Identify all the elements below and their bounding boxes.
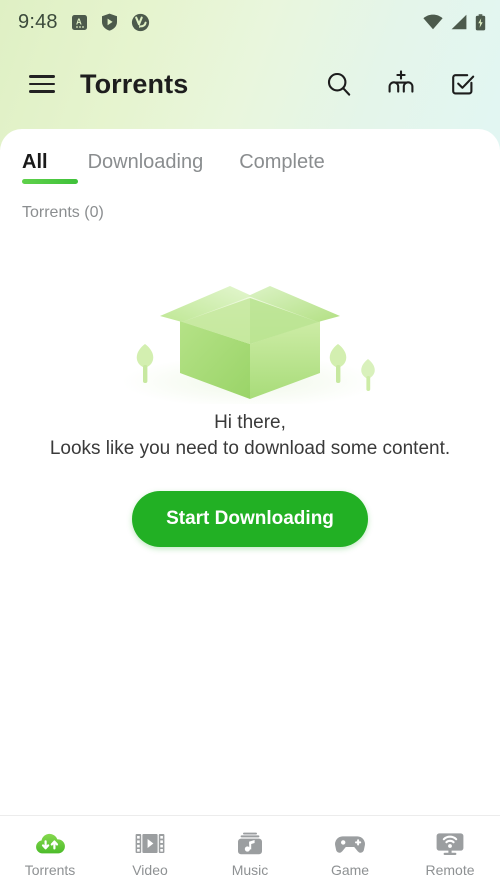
status-bar-left: 9:48 A — [18, 11, 150, 34]
cloud-transfer-icon — [36, 833, 65, 853]
nav-item-remote[interactable]: Remote — [400, 827, 500, 878]
status-bar-clock: 9:48 — [18, 10, 58, 33]
app-notification-icon: A — [71, 14, 87, 30]
tab-downloading[interactable]: Downloading — [70, 151, 222, 188]
shield-play-icon — [101, 13, 117, 31]
nav-item-video[interactable]: Video — [100, 827, 200, 878]
nav-item-torrents[interactable]: Torrents — [0, 827, 100, 878]
nav-label-remote: Remote — [425, 861, 475, 878]
hamburger-menu-button[interactable] — [20, 62, 64, 106]
content-sheet: All Downloading Complete Torrents (0) Hi… — [0, 129, 500, 815]
empty-state-message: Looks like you need to download some con… — [49, 437, 451, 459]
search-icon — [327, 72, 351, 96]
gamepad-icon — [335, 835, 365, 853]
app-bar-actions — [318, 63, 484, 105]
checkbox-check-icon — [452, 74, 475, 95]
cellular-signal-icon — [451, 14, 467, 30]
tab-all-label: All — [22, 151, 48, 173]
monitor-wifi-icon — [436, 832, 464, 855]
tab-complete-label: Complete — [239, 151, 325, 173]
nav-label-video: Video — [132, 861, 168, 878]
battery-charging-icon — [475, 13, 486, 30]
filter-tabs: All Downloading Complete — [0, 129, 500, 188]
torrent-count-label: Torrents (0) — [22, 204, 104, 221]
add-link-icon — [388, 70, 414, 93]
hamburger-menu-icon — [29, 70, 55, 98]
svg-text:A: A — [76, 17, 82, 26]
vpn-badge-icon — [131, 13, 149, 31]
nav-label-torrents: Torrents — [24, 861, 76, 878]
start-downloading-button[interactable]: Start Downloading — [132, 491, 368, 548]
film-strip-icon — [135, 833, 165, 853]
nav-label-game: Game — [330, 861, 370, 878]
tab-complete[interactable]: Complete — [221, 151, 343, 188]
empty-state-greeting: Hi there, — [214, 412, 286, 433]
select-mode-button[interactable] — [442, 63, 484, 105]
status-bar-right — [423, 13, 486, 31]
wifi-icon — [423, 14, 443, 30]
nav-item-game[interactable]: Game — [300, 827, 400, 878]
tab-all[interactable]: All — [22, 151, 78, 188]
nav-item-music[interactable]: Music — [200, 827, 300, 878]
add-torrent-button[interactable] — [380, 63, 422, 105]
empty-state-text: Hi there, Looks like you need to downloa… — [50, 410, 450, 461]
nav-label-music: Music — [231, 861, 269, 878]
tab-downloading-label: Downloading — [87, 151, 204, 173]
search-button[interactable] — [318, 63, 360, 105]
page-title: Torrents — [80, 68, 189, 99]
music-box-icon — [238, 832, 262, 854]
empty-state: Hi there, Looks like you need to downloa… — [0, 264, 500, 548]
status-bar: 9:48 A — [0, 0, 500, 44]
app-bar: Torrents — [0, 52, 500, 116]
empty-box-illustration — [122, 286, 378, 404]
bottom-navigation-bar: Torrents Video Music Game Remote — [0, 815, 500, 888]
